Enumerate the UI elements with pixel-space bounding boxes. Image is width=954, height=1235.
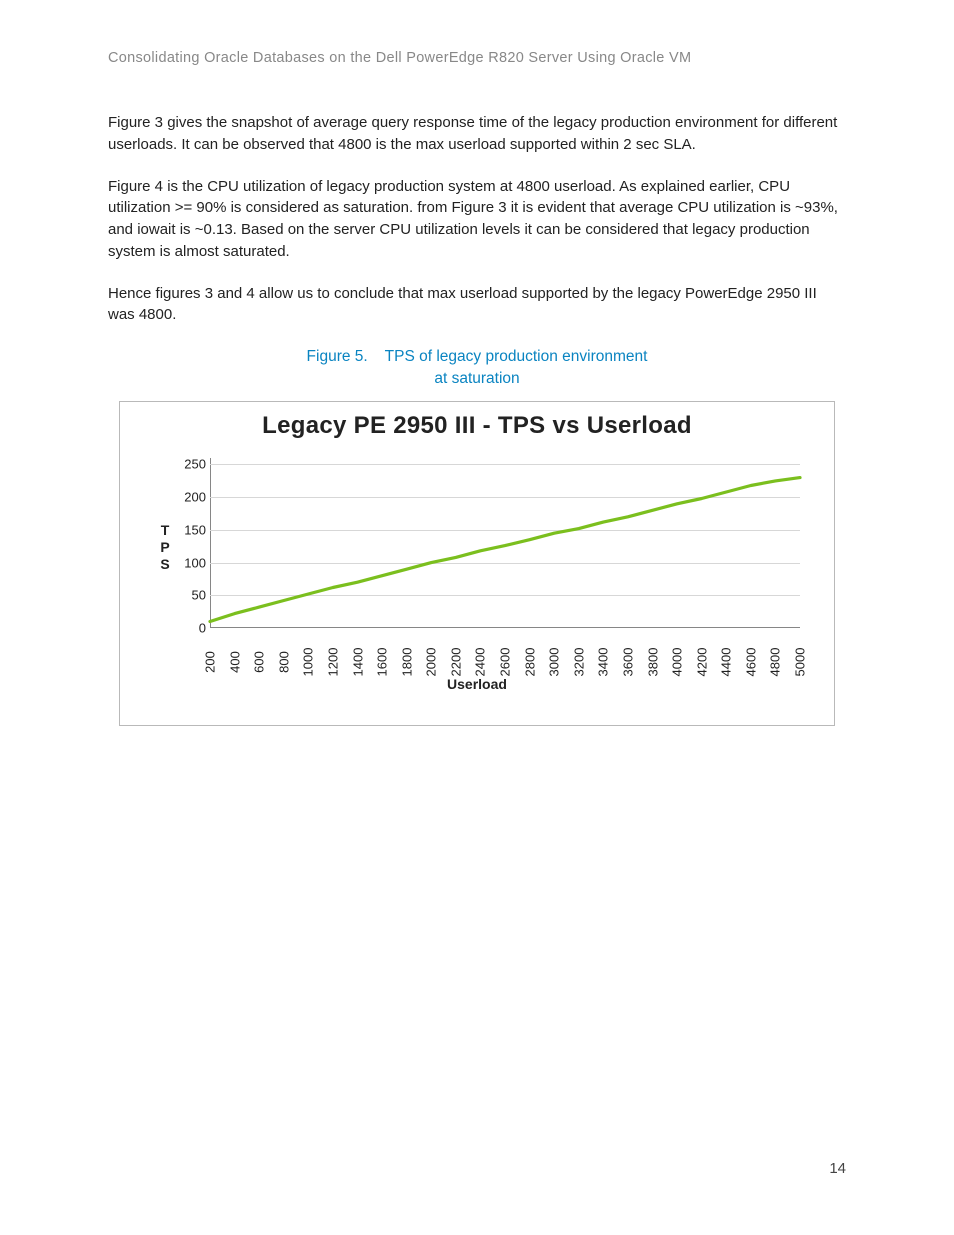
figure-text-line1: TPS of legacy production environment — [385, 348, 648, 365]
x-tick-label: 2600 — [498, 647, 513, 676]
y-tick-label: 100 — [176, 555, 206, 570]
x-tick-label: 1200 — [325, 647, 340, 676]
y-tick-label: 0 — [176, 620, 206, 635]
x-tick-label: 4600 — [743, 647, 758, 676]
figure-label: Figure 5. — [307, 348, 368, 365]
x-tick-label: 3600 — [620, 647, 635, 676]
y-axis-label-char: P — [158, 539, 172, 556]
x-tick-label: 600 — [252, 651, 267, 673]
x-tick-label: 2400 — [473, 647, 488, 676]
x-tick-label: 400 — [227, 651, 242, 673]
y-axis-ticks: 050100150200250 — [176, 458, 206, 628]
chart-plot-area — [210, 458, 800, 628]
figure-caption: Figure 5. TPS of legacy production envir… — [108, 346, 846, 391]
y-tick-label: 150 — [176, 522, 206, 537]
line-series — [210, 458, 800, 628]
chart-title: Legacy PE 2950 III - TPS vs Userload — [120, 412, 834, 440]
x-tick-label: 1600 — [375, 647, 390, 676]
y-axis-label-char: S — [158, 556, 172, 573]
y-tick-label: 200 — [176, 490, 206, 505]
y-tick-label: 50 — [176, 588, 206, 603]
y-tick-label: 250 — [176, 457, 206, 472]
paragraph-3: Hence figures 3 and 4 allow us to conclu… — [108, 283, 846, 327]
x-tick-label: 800 — [276, 651, 291, 673]
x-tick-label: 4400 — [719, 647, 734, 676]
document-page: Consolidating Oracle Databases on the De… — [0, 0, 954, 1235]
paragraph-2: Figure 4 is the CPU utilization of legac… — [108, 176, 846, 263]
x-tick-label: 3800 — [645, 647, 660, 676]
x-tick-label: 1800 — [399, 647, 414, 676]
paragraph-1: Figure 3 gives the snapshot of average q… — [108, 112, 846, 156]
x-tick-label: 3000 — [547, 647, 562, 676]
x-tick-label: 1000 — [301, 647, 316, 676]
page-header: Consolidating Oracle Databases on the De… — [108, 50, 846, 66]
page-number: 14 — [829, 1160, 846, 1177]
x-tick-label: 1400 — [350, 647, 365, 676]
y-axis-label-char: T — [158, 522, 172, 539]
x-tick-label: 2000 — [424, 647, 439, 676]
chart-container: Legacy PE 2950 III - TPS vs Userload T P… — [119, 401, 835, 726]
x-tick-label: 4200 — [694, 647, 709, 676]
y-axis-label: T P S — [158, 522, 172, 572]
x-axis-label: Userload — [120, 676, 834, 692]
figure-text-line2: at saturation — [434, 370, 519, 387]
x-tick-label: 200 — [203, 651, 218, 673]
x-tick-label: 3200 — [571, 647, 586, 676]
x-tick-label: 2200 — [448, 647, 463, 676]
x-tick-label: 4000 — [670, 647, 685, 676]
x-tick-label: 5000 — [793, 647, 808, 676]
x-tick-label: 4800 — [768, 647, 783, 676]
x-tick-label: 2800 — [522, 647, 537, 676]
x-tick-label: 3400 — [596, 647, 611, 676]
